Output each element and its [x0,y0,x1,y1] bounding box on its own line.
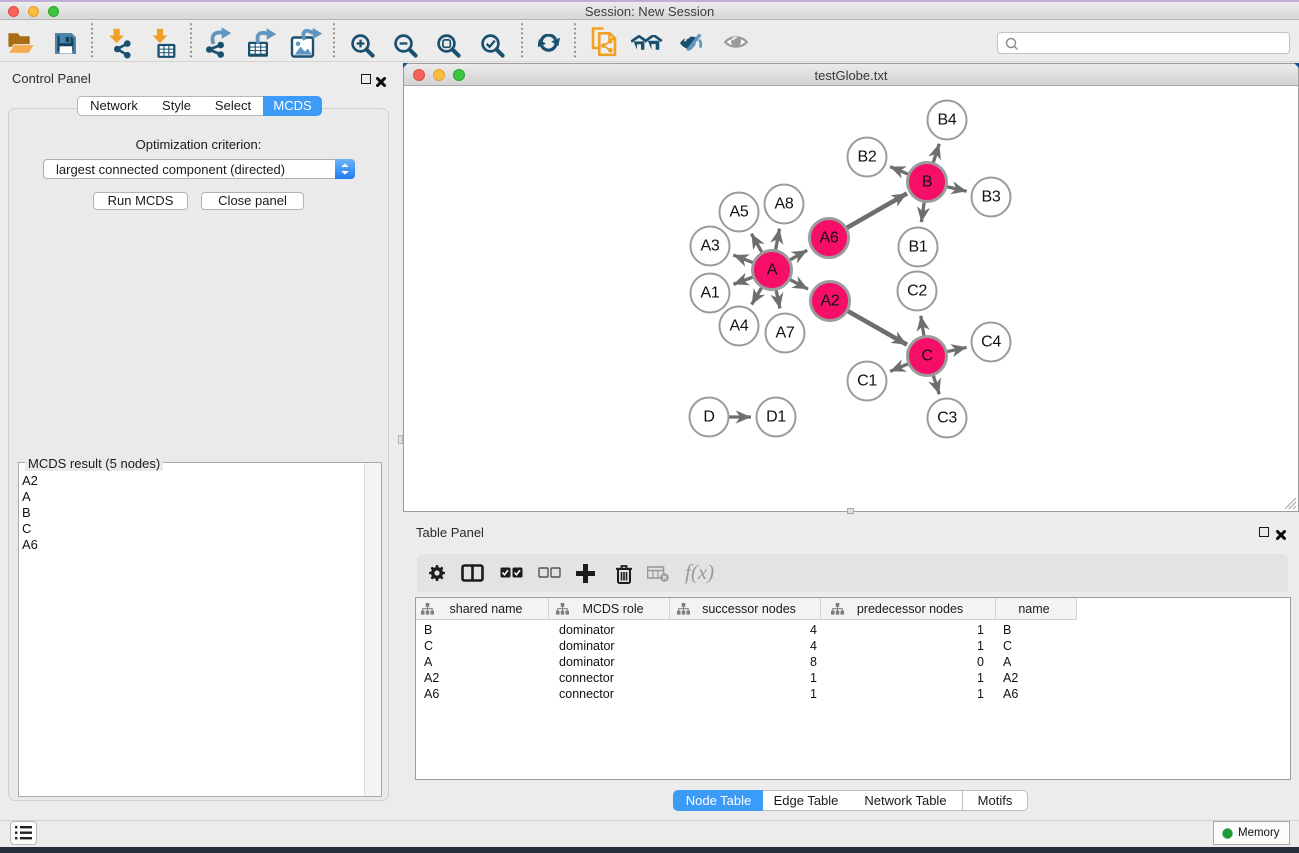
svg-text:A5: A5 [730,204,749,221]
svg-text:B1: B1 [909,239,928,256]
svg-text:B3: B3 [982,189,1001,206]
svg-text:D: D [703,409,714,426]
svg-text:A8: A8 [775,196,794,213]
svg-text:B2: B2 [858,149,877,166]
svg-text:D1: D1 [766,409,786,426]
svg-text:A6: A6 [820,230,839,247]
svg-text:C: C [921,348,932,365]
svg-text:B: B [922,174,932,191]
svg-text:C4: C4 [981,334,1001,351]
svg-text:A4: A4 [730,318,749,335]
svg-text:C2: C2 [907,283,927,300]
svg-text:A: A [767,262,778,279]
svg-text:A2: A2 [821,293,840,310]
svg-text:B4: B4 [938,112,957,129]
svg-text:A1: A1 [701,285,720,302]
svg-text:A3: A3 [701,238,720,255]
svg-text:A7: A7 [776,325,795,342]
svg-text:C3: C3 [937,410,957,427]
svg-text:C1: C1 [857,373,877,390]
